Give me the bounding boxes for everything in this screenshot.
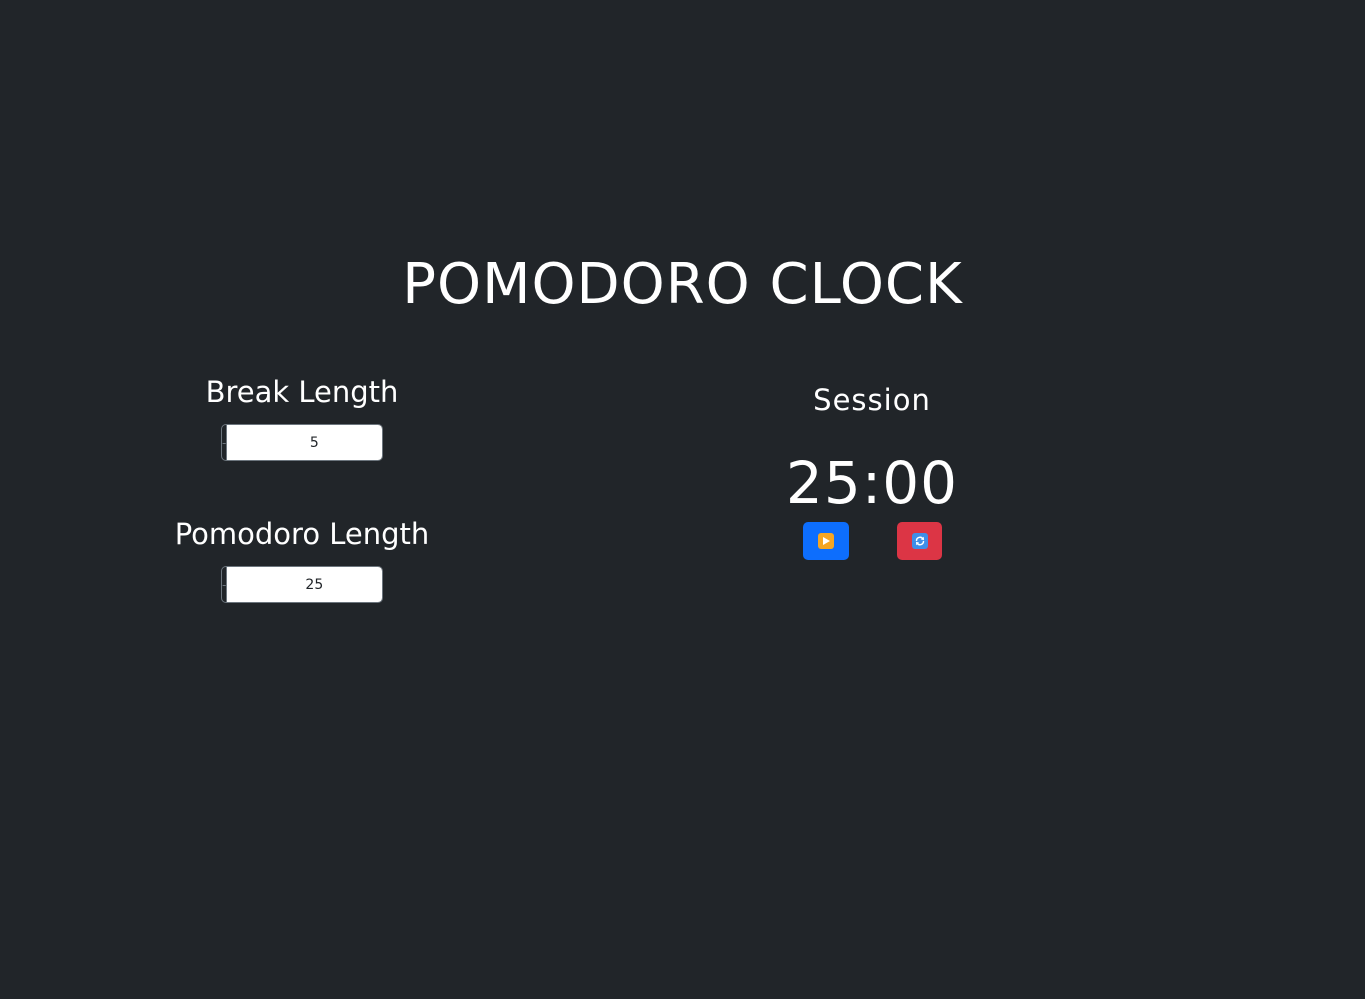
pomodoro-length-stepper: - + xyxy=(221,566,383,603)
break-length-input[interactable] xyxy=(227,425,382,460)
break-length-setting: Break Length - + xyxy=(152,374,452,461)
pomodoro-length-input[interactable] xyxy=(227,567,382,602)
break-length-label: Break Length xyxy=(205,375,399,409)
play-icon xyxy=(818,533,834,549)
reset-button[interactable] xyxy=(897,522,942,560)
timer-controls xyxy=(0,522,1365,560)
timer-display: 25:00 xyxy=(785,449,959,517)
app-root: POMODORO CLOCK Break Length - + Pomodoro… xyxy=(0,0,1365,999)
play-button[interactable] xyxy=(803,522,849,560)
page-title: POMODORO CLOCK xyxy=(402,252,963,317)
session-panel: Session 25:00 xyxy=(722,380,1022,518)
break-length-stepper: - + xyxy=(221,424,383,461)
reset-icon xyxy=(911,533,928,549)
session-label: Session xyxy=(813,383,931,417)
